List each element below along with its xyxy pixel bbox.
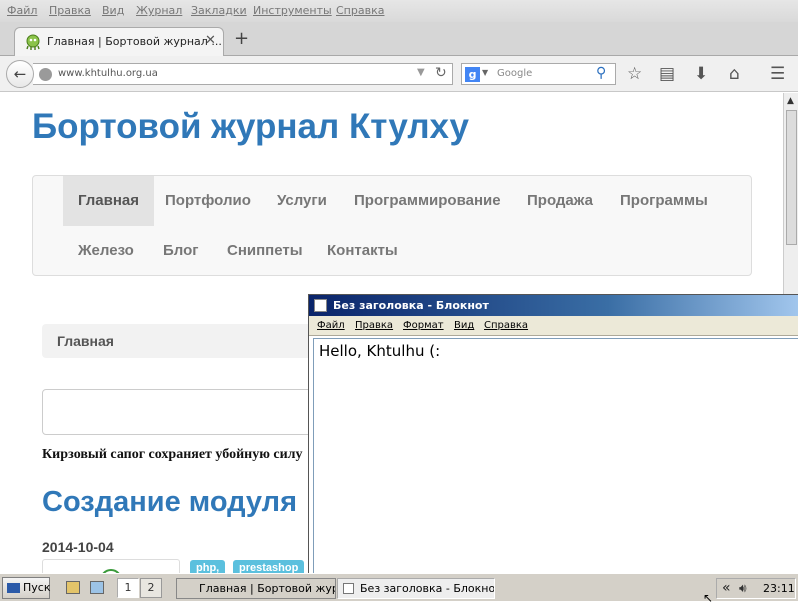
url-text[interactable]: www.khtulhu.org.ua [58, 68, 158, 79]
system-tray: « 🔊︎ 23:11 [716, 578, 796, 599]
url-bar[interactable]: www.khtulhu.org.ua ▼ ↻ [33, 63, 453, 85]
file-manager-icon[interactable] [66, 581, 80, 594]
tray-expand-icon[interactable]: « [722, 580, 731, 596]
notepad-text-area[interactable]: Hello, Khtulhu (: [313, 338, 798, 583]
tab-title: Главная | Бортовой журнал ... [47, 35, 222, 48]
nav-item-portfolio[interactable]: Портфолио [150, 176, 266, 226]
menu-edit[interactable]: Правка [49, 4, 91, 17]
notepad-menu-help[interactable]: Справка [484, 320, 528, 331]
thumbnail-image-icon [102, 569, 120, 573]
notepad-icon [314, 299, 327, 312]
browser-tab[interactable]: Главная | Бортовой журнал ... ✕ [14, 27, 224, 56]
notepad-menubar: Файл Правка Формат Вид Справка [309, 316, 798, 336]
browser-menubar: Файл Правка Вид Журнал Закладки Инструме… [0, 0, 798, 22]
article-date: 2014-10-04 [42, 539, 114, 555]
search-icon[interactable]: ⚲ [596, 65, 606, 81]
mouse-cursor-icon: ↖ [703, 591, 714, 605]
back-button[interactable]: ← [6, 60, 34, 88]
scrollbar-thumb[interactable] [786, 110, 797, 245]
google-icon[interactable]: g [465, 67, 480, 82]
notepad-menu-file[interactable]: Файл [317, 320, 345, 331]
download-icon[interactable]: ⬇ [694, 64, 708, 84]
nav-item-services[interactable]: Услуги [262, 176, 342, 226]
article-title[interactable]: Создание модуля [42, 486, 297, 519]
notepad-task-icon [343, 583, 354, 594]
site-navigation: Главная Портфолио Услуги Программировани… [32, 175, 752, 276]
notepad-menu-view[interactable]: Вид [454, 320, 474, 331]
desktop-switcher-1[interactable]: 1 [117, 578, 139, 598]
close-tab-icon[interactable]: ✕ [205, 33, 216, 48]
bookmark-star-icon[interactable]: ☆ [627, 64, 642, 84]
scroll-up-icon[interactable]: ▲ [787, 96, 794, 106]
breadcrumb-home[interactable]: Главная [57, 333, 114, 349]
menu-bookmarks[interactable]: Закладки [191, 4, 247, 17]
nav-item-programs[interactable]: Программы [605, 176, 723, 226]
nav-item-home[interactable]: Главная [63, 176, 155, 226]
notepad-title: Без заголовка - Блокнот [333, 299, 489, 312]
start-logo-icon [7, 583, 20, 593]
menu-hamburger-icon[interactable]: ☰ [770, 64, 785, 84]
tab-strip: Главная | Бортовой журнал ... ✕ + [0, 22, 798, 56]
quote-text: Кирзовый сапог сохраняет убойную силу [42, 447, 303, 462]
menu-file[interactable]: Файл [7, 4, 37, 17]
notepad-content[interactable]: Hello, Khtulhu (: [319, 342, 440, 360]
back-arrow-icon: ← [13, 65, 27, 83]
search-input[interactable]: Google [497, 68, 532, 79]
menu-history[interactable]: Журнал [136, 4, 182, 17]
nav-item-blog[interactable]: Блог [148, 226, 214, 276]
menu-tools[interactable]: Инструменты [253, 4, 332, 17]
show-desktop-icon[interactable] [90, 581, 104, 594]
new-tab-icon[interactable]: + [234, 28, 249, 49]
taskbar: Пуск 1 2 Главная | Бортовой жур... Без з… [0, 573, 798, 601]
clock[interactable]: 23:11 [763, 582, 795, 595]
home-icon[interactable]: ⌂ [729, 64, 740, 84]
nav-item-programming[interactable]: Программирование [339, 176, 516, 226]
menu-help[interactable]: Справка [336, 4, 384, 17]
notepad-menu-edit[interactable]: Правка [355, 320, 393, 331]
nav-item-snippets[interactable]: Сниппеты [212, 226, 318, 276]
search-bar[interactable]: g ▼ Google ⚲ [461, 63, 616, 85]
bookmarks-list-icon[interactable]: ▤ [659, 64, 675, 84]
taskbar-item-notepad-label: Без заголовка - Блокнот [360, 582, 495, 595]
article-thumbnail [42, 559, 180, 573]
search-engine-dropdown-icon[interactable]: ▼ [482, 68, 488, 77]
notepad-titlebar[interactable]: Без заголовка - Блокнот [309, 295, 798, 316]
notepad-window[interactable]: Без заголовка - Блокнот Файл Правка Форм… [308, 294, 798, 584]
taskbar-item-browser[interactable]: Главная | Бортовой жур... [176, 578, 336, 599]
tag-php[interactable]: php, [190, 560, 226, 573]
volume-icon[interactable]: 🔊︎ [739, 581, 747, 596]
site-title[interactable]: Бортовой журнал Ктулху [32, 107, 469, 147]
nav-item-sales[interactable]: Продажа [512, 176, 608, 226]
reload-icon[interactable]: ↻ [435, 65, 447, 81]
globe-icon [39, 68, 52, 81]
menu-view[interactable]: Вид [102, 4, 124, 17]
start-label: Пуск [23, 581, 51, 594]
tag-prestashop[interactable]: prestashop [233, 560, 305, 573]
navigation-toolbar: www.khtulhu.org.ua ▼ ↻ ← g ▼ Google ⚲ ☆ … [0, 56, 798, 92]
nav-item-contacts[interactable]: Контакты [312, 226, 413, 276]
nav-item-hardware[interactable]: Железо [63, 226, 149, 276]
octopus-favicon-icon [25, 34, 41, 50]
taskbar-item-notepad[interactable]: Без заголовка - Блокнот [337, 578, 495, 599]
url-dropdown-icon[interactable]: ▼ [417, 67, 425, 78]
taskbar-item-browser-label: Главная | Бортовой жур... [199, 582, 336, 595]
start-button[interactable]: Пуск [2, 577, 50, 599]
desktop-switcher-2[interactable]: 2 [140, 578, 162, 598]
notepad-menu-format[interactable]: Формат [403, 320, 444, 331]
